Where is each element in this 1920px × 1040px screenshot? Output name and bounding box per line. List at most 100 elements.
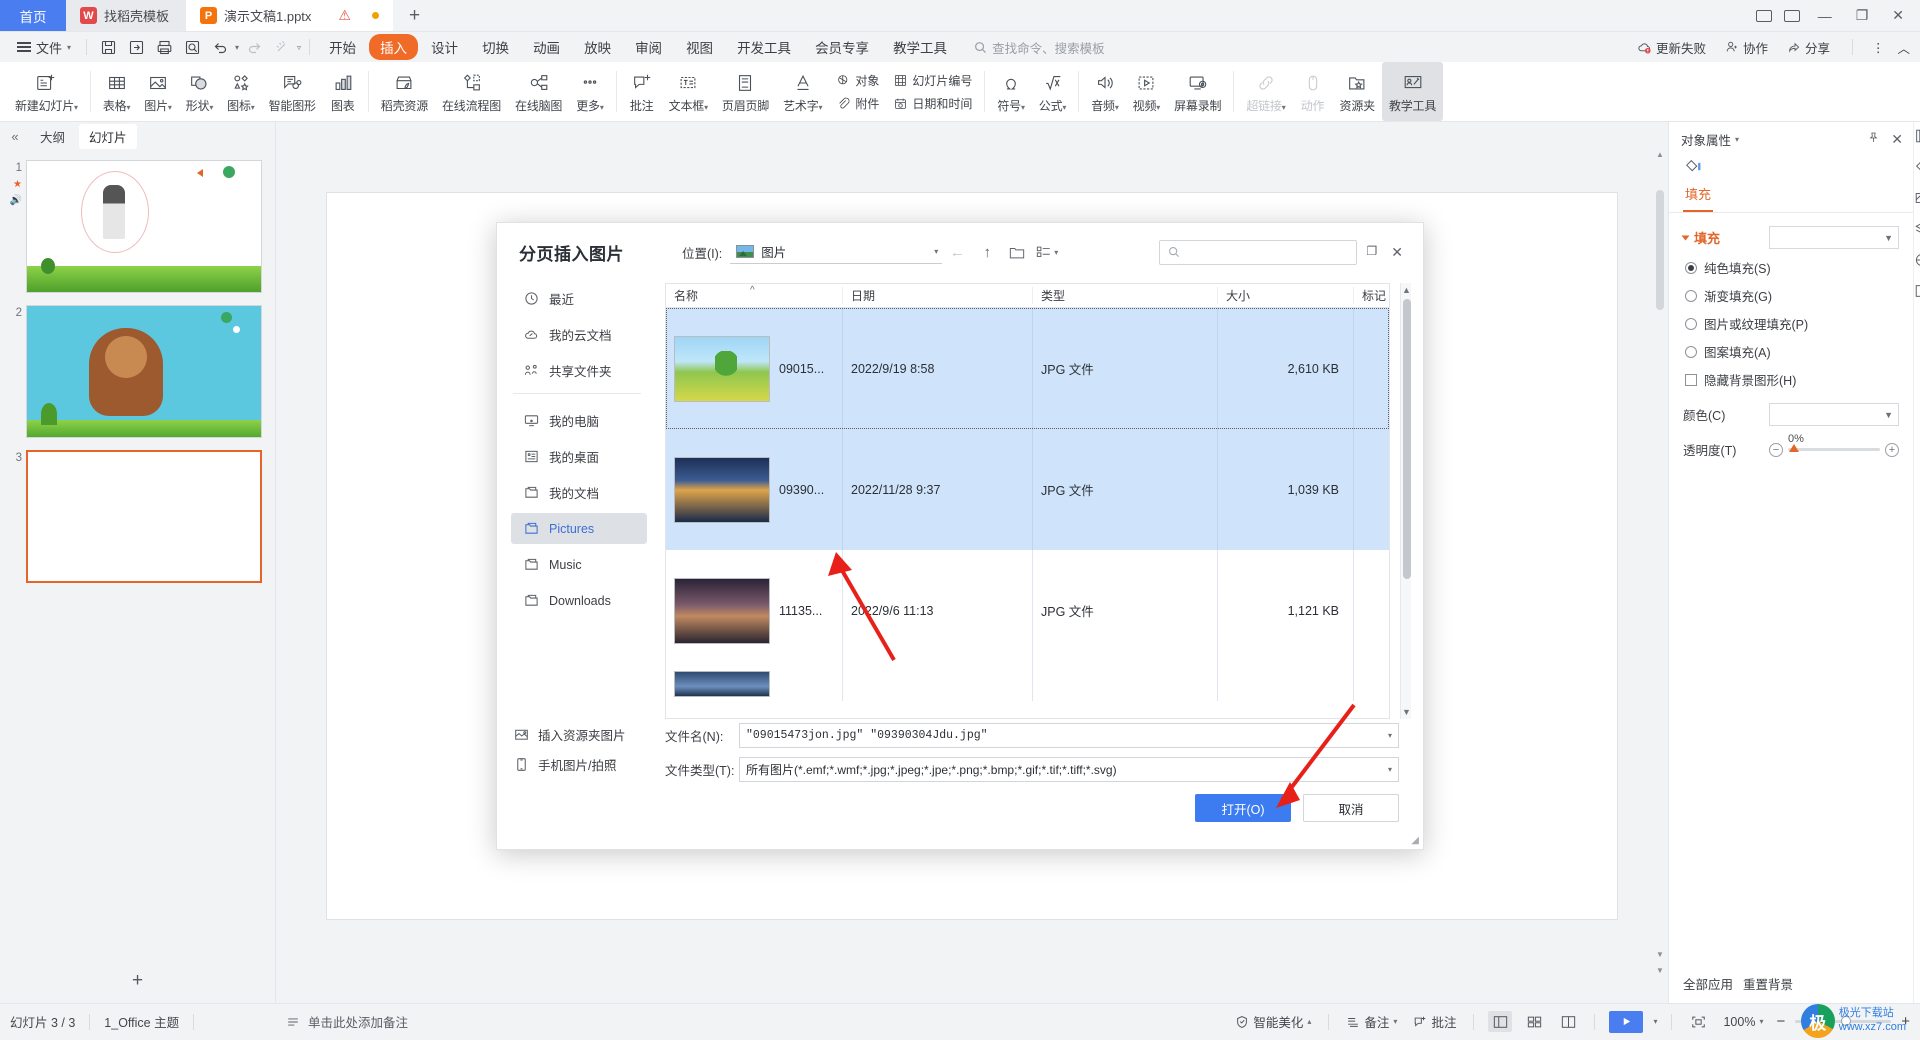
scroll-thumb[interactable] <box>1656 190 1664 310</box>
restore-button[interactable]: ❐ <box>1850 7 1875 24</box>
collapse-panel-icon[interactable]: « <box>4 129 26 144</box>
ribbon-tab-animation[interactable]: 动画 <box>522 34 571 60</box>
table-row[interactable]: 09390... 2022/11/28 9:37 JPG 文件 1,039 KB <box>666 429 1389 550</box>
ribbon-tab-review[interactable]: 审阅 <box>624 34 673 60</box>
properties-tab-fill[interactable]: 填充 <box>1683 180 1714 212</box>
zoom-level[interactable]: 100% ▾ <box>1720 1015 1766 1029</box>
ribbon-button-new-slide[interactable]: 新建幻灯片▾ <box>8 62 85 121</box>
column-header-tag[interactable]: 标记 <box>1353 287 1389 304</box>
sidebar-item-music[interactable]: Music <box>511 549 647 580</box>
ribbon-tab-member[interactable]: 会员专享 <box>804 34 880 60</box>
ribbon-button-icons[interactable]: 图标▾ <box>220 62 261 121</box>
file-list-scrollbar[interactable]: ▲ ▼ <box>1400 283 1411 719</box>
sidebar-item-downloads[interactable]: Downloads <box>511 585 647 616</box>
ribbon-button-docer-resource[interactable]: 稻壳资源 <box>374 62 435 121</box>
play-slideshow-button[interactable] <box>1609 1010 1644 1033</box>
picture-edit-icon[interactable] <box>1914 190 1920 209</box>
slide-thumbnail[interactable] <box>26 450 262 583</box>
column-header-size[interactable]: 大小 <box>1217 287 1353 304</box>
reading-view-icon[interactable] <box>1556 1011 1580 1032</box>
resize-grip-icon[interactable]: ◢ <box>1411 835 1419 846</box>
ribbon-button-comment[interactable]: 批注 <box>622 62 662 121</box>
chevron-down-icon[interactable]: ▾ <box>1388 731 1392 740</box>
canvas-scrollbar[interactable]: ▲ ▼ ▼ <box>1656 150 1664 975</box>
design-icon[interactable] <box>1914 252 1920 271</box>
ribbon-button-mindmap[interactable]: 在线脑图 <box>508 62 569 121</box>
ribbon-button-chart[interactable]: 图表 <box>323 62 363 121</box>
ribbon-button-teaching-tools[interactable]: 教学工具 <box>1381 62 1444 121</box>
undo-icon[interactable] <box>207 36 233 58</box>
chevron-down-icon[interactable]: ▾ <box>1735 135 1739 144</box>
fill-option-gradient[interactable]: 渐变填充(G) <box>1685 286 1899 305</box>
fill-section-header[interactable]: 填充 <box>1681 228 1720 247</box>
scroll-thumb[interactable] <box>1402 299 1411 579</box>
collapse-ribbon-icon[interactable]: ︿ <box>1897 38 1910 57</box>
filetype-select[interactable]: 所有图片(*.emf;*.wmf;*.jpg;*.jpeg;*.jpe;*.pn… <box>739 757 1399 782</box>
shape-fill-icon[interactable] <box>1914 159 1920 178</box>
plus-icon[interactable]: + <box>1885 442 1899 457</box>
phone-photo-capture[interactable]: 手机图片/拍照 <box>511 749 647 779</box>
ribbon-button-resource-folder[interactable]: 资源夹 <box>1333 62 1382 121</box>
theme-label[interactable]: 1_Office 主题 <box>104 1012 179 1031</box>
ribbon-button-picture[interactable]: 图片▾ <box>137 62 178 121</box>
ribbon-tab-transition[interactable]: 切换 <box>471 34 520 60</box>
animation-icon[interactable] <box>1914 283 1920 302</box>
next-slide-icon[interactable]: ▼ <box>1656 966 1664 975</box>
tab-presentation1[interactable]: P 演示文稿1.pptx ⚠ <box>186 0 393 31</box>
notes-button[interactable]: 备注 ▾ <box>1343 1012 1400 1031</box>
play-options-icon[interactable]: ▾ <box>1653 1017 1657 1026</box>
layers-icon[interactable] <box>1914 221 1920 240</box>
hide-background-graphics-checkbox[interactable]: 隐藏背景图形(H) <box>1685 370 1899 389</box>
normal-view-icon[interactable] <box>1488 1011 1513 1032</box>
ribbon-button-flowchart[interactable]: 在线流程图 <box>435 62 508 121</box>
view-mode-icon[interactable]: ▾ <box>1032 239 1062 265</box>
save-as-icon[interactable] <box>123 36 149 58</box>
ribbon-button-wordart[interactable]: 艺术字▾ <box>776 62 829 121</box>
beautify-button[interactable]: 智能美化 ▴ <box>1232 1012 1314 1031</box>
print-preview-icon[interactable] <box>179 36 205 58</box>
more-options-icon[interactable]: ⋮ <box>1872 40 1885 55</box>
zoom-out-button[interactable]: − <box>1776 1013 1785 1030</box>
fit-slide-icon[interactable] <box>1686 1011 1710 1032</box>
sidebar-item-my-desktop[interactable]: 我的桌面 <box>511 441 647 472</box>
sidebar-item-cloud-docs[interactable]: 我的云文档 <box>511 319 647 350</box>
slide-thumbnail[interactable] <box>26 160 262 293</box>
tab-home[interactable]: 首页 <box>0 0 66 31</box>
fill-preset-combo[interactable]: ▼ <box>1769 226 1899 249</box>
close-icon[interactable]: ✕ <box>1391 244 1403 261</box>
column-header-type[interactable]: 类型 <box>1032 287 1217 304</box>
slide-thumb-1[interactable]: 1 ★ 🔊 <box>0 160 269 293</box>
print-icon[interactable] <box>151 36 177 58</box>
transparency-slider[interactable]: − 0% + <box>1769 433 1899 457</box>
sidebar-item-my-computer[interactable]: 我的电脑 <box>511 405 647 436</box>
ribbon-tab-insert[interactable]: 插入 <box>369 34 419 60</box>
sidebar-item-recent[interactable]: 最近 <box>511 283 647 314</box>
ribbon-button-audio[interactable]: 音频▾ <box>1084 62 1125 121</box>
save-icon[interactable] <box>95 36 121 58</box>
sidebar-item-shared-folder[interactable]: 共享文件夹 <box>511 355 647 386</box>
table-row[interactable]: 11135... 2022/9/6 11:13 JPG 文件 1,121 KB <box>666 550 1389 671</box>
minimize-button[interactable]: — <box>1812 8 1838 24</box>
ribbon-tab-teaching[interactable]: 教学工具 <box>882 34 958 60</box>
close-icon[interactable]: ✕ <box>1891 131 1903 148</box>
ribbon-button-date-time[interactable]: 日期和时间 <box>890 94 975 113</box>
panel-icon[interactable] <box>1914 128 1920 147</box>
close-button[interactable]: ✕ <box>1886 7 1910 24</box>
ribbon-tab-slideshow[interactable]: 放映 <box>573 34 622 60</box>
fill-option-pattern[interactable]: 图案填充(A) <box>1685 342 1899 361</box>
warning-icon[interactable]: ⚠ <box>338 7 351 24</box>
up-arrow-icon[interactable]: ↑ <box>972 239 1002 265</box>
chevron-down-icon[interactable]: ▾ <box>1388 765 1392 774</box>
apply-all-button[interactable]: 全部应用 <box>1683 974 1733 993</box>
panel-tab-slides[interactable]: 幻灯片 <box>79 123 137 149</box>
new-folder-icon[interactable] <box>1002 239 1032 265</box>
color-picker-combo[interactable]: ▼ <box>1769 403 1899 426</box>
back-arrow-icon[interactable]: ← <box>942 239 972 265</box>
scroll-up-icon[interactable]: ▲ <box>1656 150 1664 159</box>
ribbon-button-symbol[interactable]: 符号▾ <box>990 62 1031 121</box>
ribbon-tab-start[interactable]: 开始 <box>318 34 367 60</box>
cancel-button[interactable]: 取消 <box>1303 794 1399 822</box>
sidebar-item-pictures[interactable]: Pictures <box>511 513 647 544</box>
ribbon-button-formula[interactable]: 公式▾ <box>1032 62 1073 121</box>
fill-option-picture-texture[interactable]: 图片或纹理填充(P) <box>1685 314 1899 333</box>
